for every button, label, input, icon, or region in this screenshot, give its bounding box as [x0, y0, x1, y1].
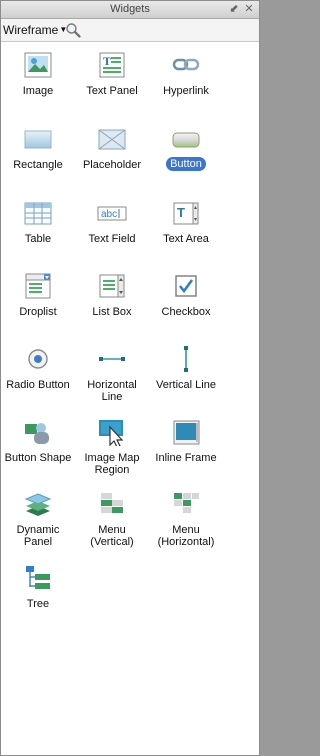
- widget-label: Rectangle: [13, 159, 63, 171]
- widget-label: Text Area: [163, 233, 209, 245]
- svg-text:T: T: [103, 54, 111, 68]
- widget-label: Text Field: [88, 233, 136, 245]
- widget-item[interactable]: Placeholder: [75, 125, 149, 171]
- tree-icon: [26, 566, 50, 589]
- vertical-line-icon: [184, 346, 188, 372]
- widget-item[interactable]: Image Map Region: [75, 418, 149, 476]
- widget-item[interactable]: Dynamic Panel: [1, 490, 75, 548]
- placeholder-icon: [98, 129, 126, 150]
- widget-label: List Box: [92, 306, 132, 318]
- widget-item[interactable]: Menu (Horizontal): [149, 490, 223, 548]
- widget-label: Hyperlink: [163, 85, 209, 97]
- rectangle-icon: [24, 130, 52, 149]
- svg-text:abc: abc: [101, 209, 117, 220]
- widget-item[interactable]: Table: [1, 199, 75, 245]
- widget-label: Text Panel: [86, 85, 138, 97]
- widget-item[interactable]: Radio Button: [1, 345, 75, 391]
- widget-label: Droplist: [19, 306, 57, 318]
- panel-title: Widgets: [110, 3, 150, 15]
- text-field-icon: abc: [97, 206, 127, 221]
- button-shape-icon: [25, 423, 49, 444]
- droplist-icon: [25, 273, 51, 299]
- library-dropdown-value: Wireframe: [3, 23, 59, 37]
- widget-label: Image Map Region: [84, 452, 140, 476]
- widget-item[interactable]: List Box: [75, 272, 149, 318]
- text-area-icon: T: [173, 202, 199, 225]
- list-box-icon: [99, 274, 125, 298]
- checkbox-icon: [175, 275, 197, 297]
- menu-horizontal-icon: [174, 493, 199, 513]
- widget-label: Inline Frame: [155, 452, 217, 464]
- widget-label: Menu (Horizontal): [157, 524, 215, 548]
- widget-item[interactable]: Rectangle: [1, 125, 75, 171]
- svg-text:T: T: [177, 205, 185, 220]
- widget-label: Dynamic Panel: [16, 524, 60, 548]
- widget-label: Table: [24, 233, 52, 245]
- text-panel-icon: T: [99, 52, 125, 78]
- widget-label: Menu (Vertical): [90, 524, 134, 548]
- widget-item[interactable]: Droplist: [1, 272, 75, 318]
- widget-item[interactable]: abc Text Field: [75, 199, 149, 245]
- widget-label: Radio Button: [6, 379, 70, 391]
- widget-label: Checkbox: [161, 306, 211, 318]
- image-icon: [24, 52, 52, 78]
- widget-label: Placeholder: [82, 159, 142, 171]
- library-dropdown[interactable]: Wireframe▼: [3, 23, 67, 37]
- widget-item[interactable]: T Text Area: [149, 199, 223, 245]
- widget-grid: Image T Text Panel Hyperlink Rectangle Placeh…: [1, 42, 259, 755]
- widget-label: Tree: [26, 598, 50, 610]
- widget-item[interactable]: Horizontal Line: [75, 345, 149, 403]
- button-icon: [172, 132, 200, 148]
- horizontal-line-icon: [99, 357, 125, 361]
- widget-item[interactable]: Tree: [1, 564, 75, 610]
- panel-titlebar[interactable]: Widgets ⬋ ✕: [1, 1, 259, 19]
- widget-item[interactable]: Hyperlink: [149, 51, 223, 97]
- library-toolbar: Wireframe▼: [1, 19, 259, 42]
- widget-item[interactable]: Menu (Vertical): [75, 490, 149, 548]
- widget-item[interactable]: Inline Frame: [149, 418, 223, 464]
- menu-vertical-icon: [101, 493, 123, 513]
- hyperlink-icon: [172, 58, 200, 71]
- widget-item[interactable]: Image: [1, 51, 75, 97]
- widgets-panel: Widgets ⬋ ✕ Wireframe▼ Image T Text Panel H…: [0, 0, 260, 756]
- widget-label: Image: [22, 85, 54, 97]
- search-icon[interactable]: [65, 22, 81, 38]
- widget-label: Button Shape: [4, 452, 72, 464]
- widget-item[interactable]: Button Shape: [1, 418, 75, 464]
- widget-label: Vertical Line: [156, 379, 216, 391]
- widget-item[interactable]: T Text Panel: [75, 51, 149, 97]
- close-icon[interactable]: ✕: [242, 2, 256, 16]
- widget-label: Button: [166, 157, 206, 171]
- radio-button-icon: [28, 349, 48, 369]
- dynamic-panel-icon: [24, 493, 52, 516]
- widget-label: Horizontal Line: [87, 379, 137, 403]
- minimize-icon[interactable]: ⬋: [227, 2, 241, 16]
- inline-frame-icon: [173, 420, 200, 445]
- widget-item[interactable]: Vertical Line: [149, 345, 223, 391]
- widget-item[interactable]: Checkbox: [149, 272, 223, 318]
- widget-item[interactable]: Button: [149, 125, 223, 172]
- image-map-region-icon: [99, 420, 124, 446]
- table-icon: [24, 202, 52, 225]
